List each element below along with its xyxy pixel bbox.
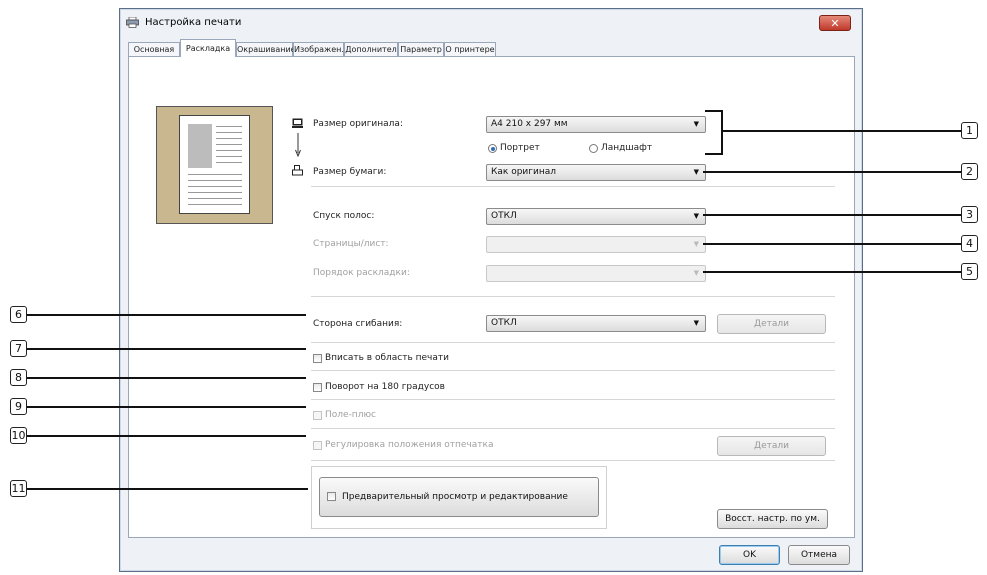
callout-5: 5 [961, 263, 978, 280]
portrait-radio[interactable] [488, 144, 497, 153]
tab-parameter[interactable]: Параметр [398, 42, 444, 56]
print-position-checkbox[interactable] [313, 441, 322, 450]
divider [311, 399, 835, 400]
fold-details-button[interactable]: Детали [717, 314, 826, 334]
callout-line-10 [27, 435, 306, 437]
divider [311, 428, 835, 429]
margin-plus-label: Поле-плюс [325, 410, 376, 420]
printer-icon [126, 17, 139, 28]
restore-defaults-button[interactable]: Восст. настр. по ум. [717, 509, 828, 529]
chevron-down-icon: ▼ [693, 240, 699, 248]
layout-panel: Размер оригинала: A4 210 x 297 мм ▼ Порт… [128, 56, 855, 538]
print-position-label: Регулировка положения отпечатка [325, 440, 494, 450]
callout-6: 6 [10, 306, 27, 323]
fold-side-label: Сторона сгибания: [313, 319, 403, 329]
chevron-down-icon: ▼ [693, 212, 699, 220]
monitor-icon [292, 118, 303, 128]
paper-size-select[interactable]: Как оригинал ▼ [486, 164, 706, 181]
callout-line-11 [27, 488, 308, 490]
callout-3: 3 [961, 206, 978, 223]
original-size-value: A4 210 x 297 мм [491, 119, 568, 129]
callout-line-4 [703, 243, 961, 245]
paper-size-value: Как оригинал [491, 167, 556, 177]
paper-size-label: Размер бумаги: [313, 167, 387, 177]
callout-10: 10 [10, 427, 27, 444]
imposition-value: ОТКЛ [491, 211, 517, 221]
fit-print-area-label: Вписать в область печати [325, 353, 449, 363]
layout-order-select[interactable]: ▼ [486, 265, 706, 282]
page-preview [156, 106, 273, 224]
cancel-button[interactable]: Отмена [788, 545, 850, 565]
original-size-label: Размер оригинала: [313, 119, 403, 129]
callout-bracket-bottom [705, 153, 722, 155]
divider [311, 296, 835, 297]
divider [311, 186, 835, 187]
chevron-down-icon: ▼ [693, 120, 699, 128]
callout-bracket-vertical [721, 110, 723, 155]
callout-line-7 [27, 348, 306, 350]
callout-bracket-top [705, 110, 722, 112]
tab-image[interactable]: Изображен. [293, 42, 344, 56]
tab-basic[interactable]: Основная [128, 42, 180, 56]
paper-preview [179, 115, 250, 214]
callout-7: 7 [10, 340, 27, 357]
callout-9: 9 [10, 398, 27, 415]
layout-order-label: Порядок раскладки: [313, 268, 410, 278]
rotate-180-label: Поворот на 180 градусов [325, 382, 445, 392]
fit-print-area-checkbox[interactable] [313, 354, 322, 363]
callout-11: 11 [10, 480, 27, 497]
callout-2: 2 [961, 163, 978, 180]
callout-8: 8 [10, 369, 27, 386]
callout-line-5 [703, 271, 961, 273]
preview-edit-button[interactable]: Предварительный просмотр и редактировани… [319, 477, 599, 517]
chevron-down-icon: ▼ [693, 269, 699, 277]
window-title: Настройка печати [145, 17, 242, 28]
divider [311, 342, 835, 343]
landscape-label: Ландшафт [601, 143, 653, 153]
rotate-180-checkbox[interactable] [313, 383, 322, 392]
imposition-select[interactable]: ОТКЛ ▼ [486, 208, 706, 225]
arrow-down-icon [295, 133, 301, 157]
chevron-down-icon: ▼ [693, 319, 699, 327]
callout-line-2 [703, 171, 961, 173]
callout-line-8 [27, 377, 306, 379]
imposition-label: Спуск полос: [313, 211, 375, 221]
tab-layout[interactable]: Раскладка [180, 39, 236, 57]
tab-color[interactable]: Окрашивание [236, 42, 296, 56]
preview-edit-label: Предварительный просмотр и редактировани… [342, 492, 568, 502]
preview-edit-checkbox[interactable] [327, 492, 336, 501]
callout-line-3 [703, 214, 961, 216]
margin-plus-checkbox[interactable] [313, 411, 322, 420]
ok-button[interactable]: OK [719, 545, 780, 565]
portrait-label: Портрет [500, 143, 540, 153]
original-size-select[interactable]: A4 210 x 297 мм ▼ [486, 116, 706, 133]
pages-per-sheet-label: Страницы/лист: [313, 239, 389, 249]
callout-1: 1 [961, 122, 978, 139]
close-button[interactable]: ✕ [819, 15, 851, 31]
callout-4: 4 [961, 235, 978, 252]
tab-advanced[interactable]: Дополнител [344, 42, 398, 56]
title-bar[interactable]: Настройка печати ✕ [120, 9, 862, 37]
tab-about-printer[interactable]: О принтере [444, 42, 496, 56]
divider [311, 460, 835, 461]
callout-line-9 [27, 406, 306, 408]
divider [311, 370, 835, 371]
callout-line-6 [27, 314, 306, 316]
fold-side-select[interactable]: ОТКЛ ▼ [486, 315, 706, 332]
pages-per-sheet-select[interactable]: ▼ [486, 236, 706, 253]
image-placeholder-icon [188, 124, 212, 168]
landscape-radio[interactable] [589, 144, 598, 153]
callout-line-1 [722, 130, 961, 132]
position-details-button[interactable]: Детали [717, 436, 826, 456]
chevron-down-icon: ▼ [693, 168, 699, 176]
fold-side-value: ОТКЛ [491, 318, 517, 328]
printer-output-icon [292, 165, 303, 176]
